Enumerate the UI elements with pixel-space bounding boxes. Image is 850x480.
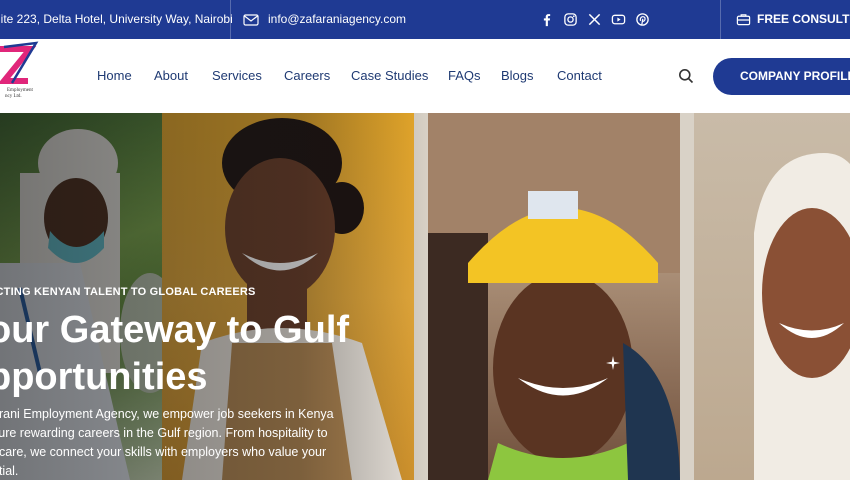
email-link[interactable]: info@zafaraniagency.com [268,0,406,39]
hero-photo-woman-hijab [694,113,850,480]
headline-line: pportunities [0,356,208,398]
company-profile-button[interactable]: COMPANY PROFILE [713,58,850,95]
hero-section: ECTING KENYAN TALENT TO GLOBAL CAREERS o… [0,113,850,480]
mail-icon [243,14,259,26]
nav-contact[interactable]: Contact [557,39,602,113]
instagram-icon[interactable] [563,12,578,27]
nav-faqs[interactable]: FAQs [448,39,481,113]
hero-photo-construction-worker [428,113,680,480]
search-icon[interactable] [678,68,694,84]
headline-line: our Gateway to Gulf [0,309,350,351]
divider [720,0,721,39]
address-text: uite 223, Delta Hotel, University Way, N… [0,12,233,26]
x-icon[interactable] [587,12,602,27]
site-header: Employment ncy Ltd. Home About Services … [0,39,850,113]
nav-home[interactable]: Home [97,39,132,113]
hero-tagline: ECTING KENYAN TALENT TO GLOBAL CAREERS [0,286,256,298]
logo-caption: Employment ncy Ltd. [0,88,33,100]
panel-gap [680,113,694,480]
nav-about[interactable]: About [154,39,188,113]
hero-headline: our Gateway to Gulf pportunities [0,307,428,401]
divider [230,0,231,39]
nav-blogs[interactable]: Blogs [501,39,534,113]
free-consulting-link[interactable]: FREE CONSULTING [757,0,850,39]
youtube-icon[interactable] [611,12,626,27]
briefcase-icon [736,14,751,26]
nav-case-studies[interactable]: Case Studies [351,39,428,113]
description-line: arani Employment Agency, we empower job … [0,407,334,421]
description-line: ntial. [0,464,19,478]
top-info-bar: uite 223, Delta Hotel, University Way, N… [0,0,850,39]
description-line: cure rewarding careers in the Gulf regio… [0,426,328,440]
pinterest-icon[interactable] [635,12,650,27]
sparkle-icon [606,356,620,370]
logo-caption-line: ncy Ltd. [5,94,22,99]
nav-careers[interactable]: Careers [284,39,330,113]
hero-description: arani Employment Agency, we empower job … [0,405,362,480]
facebook-icon[interactable] [539,12,554,27]
nav-services[interactable]: Services [212,39,262,113]
description-line: acare, we connect your skills with emplo… [0,445,327,459]
